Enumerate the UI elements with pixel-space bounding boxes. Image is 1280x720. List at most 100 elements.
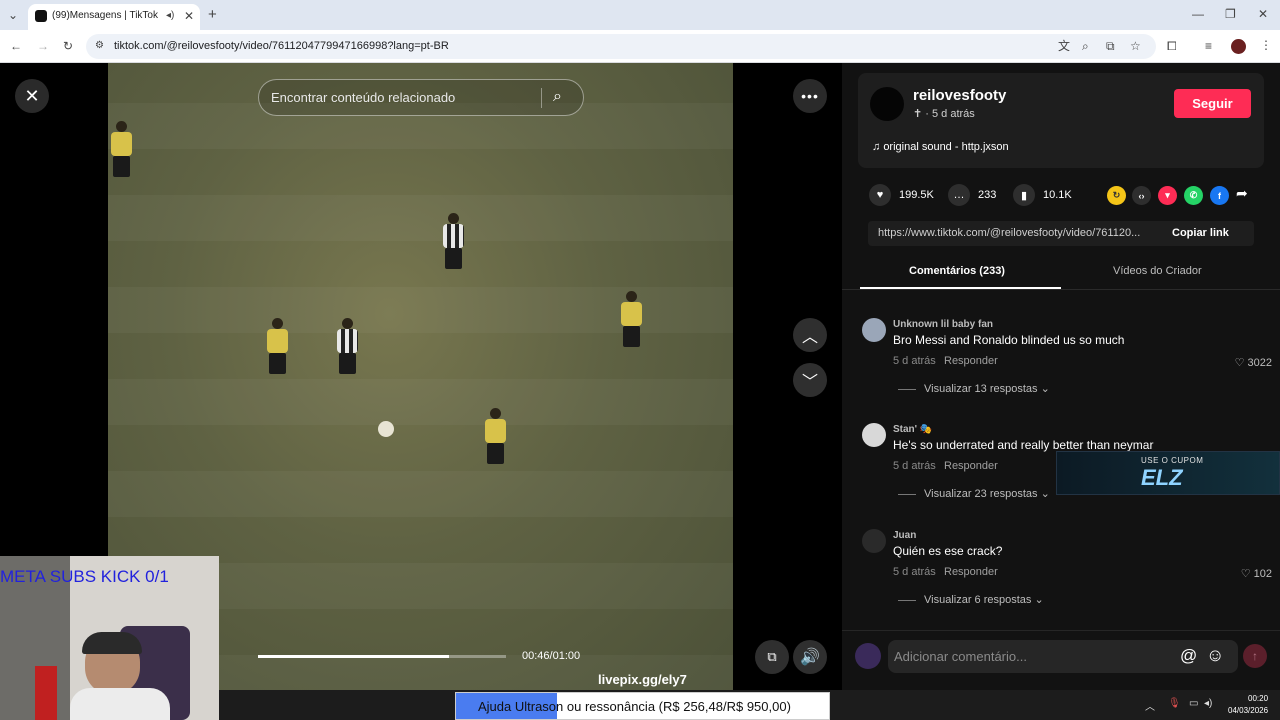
close-video-button[interactable]: ✕: [15, 79, 49, 113]
site-info-icon[interactable]: ⚙: [95, 41, 104, 51]
bookmark-star-icon[interactable]: ☆: [1130, 40, 1141, 52]
menu-icon[interactable]: ⋮: [1260, 39, 1272, 51]
comment-bubble-icon: …: [948, 184, 970, 206]
microphone-arm: [35, 666, 57, 720]
profile-avatar[interactable]: [1231, 39, 1246, 54]
close-tab-icon[interactable]: ✕: [184, 10, 194, 22]
reply-button[interactable]: Responder: [944, 355, 998, 367]
creator-avatar[interactable]: [870, 87, 904, 121]
embed-icon[interactable]: ‹›: [1132, 186, 1151, 205]
current-user-avatar[interactable]: [855, 643, 881, 669]
comment-like-count[interactable]: ♡ 102: [1241, 567, 1272, 580]
new-tab-button[interactable]: +: [208, 7, 217, 22]
share-arrow-icon[interactable]: ➦: [1236, 185, 1248, 202]
creator-username[interactable]: reilovesfooty: [913, 87, 1006, 104]
comment-bar-divider: [842, 630, 1280, 631]
player-figure: [482, 408, 508, 464]
comment-time: 5 d atrás: [893, 355, 936, 367]
bookmark-icon: ▮: [1013, 184, 1035, 206]
player-figure: [334, 318, 360, 374]
media-icon[interactable]: ≡: [1205, 40, 1212, 52]
view-replies-label: Visualizar 13 respostas ⌄: [924, 383, 1050, 395]
comment-avatar[interactable]: [862, 423, 886, 447]
send-to-friends-icon[interactable]: ▾: [1158, 186, 1177, 205]
emoji-icon[interactable]: ☺: [1206, 645, 1224, 666]
translate-icon[interactable]: 文: [1058, 40, 1070, 52]
previous-video-chevron-up-icon[interactable]: ︿: [793, 318, 827, 352]
restore-icon[interactable]: ❐: [1225, 8, 1236, 20]
install-icon[interactable]: ⧉: [1106, 40, 1115, 52]
omnibox[interactable]: ⚙ tiktok.com/@reilovesfooty/video/761120…: [86, 34, 1156, 59]
player-figure: [618, 291, 644, 347]
mention-icon[interactable]: @: [1180, 646, 1197, 666]
system-clock[interactable]: 00:20 04/03/2026: [1228, 693, 1268, 717]
related-search-bar[interactable]: Encontrar conteúdo relacionado ⌕: [258, 79, 584, 116]
browser-tab[interactable]: (99)Mensagens | TikTok ◂) ✕: [28, 4, 200, 30]
video-progress-fill: [258, 655, 449, 658]
volume-tray-icon[interactable]: ◂): [1204, 698, 1212, 709]
video-progress-bar[interactable]: [258, 655, 506, 658]
tab-comments[interactable]: Comentários (233): [909, 265, 1005, 277]
save-stat[interactable]: ▮ 10.1K: [1013, 184, 1072, 206]
comment-username[interactable]: Juan: [893, 530, 916, 541]
comment-stat[interactable]: … 233: [948, 184, 996, 206]
speaker-icon[interactable]: ◂): [166, 11, 174, 21]
show-hidden-icons-icon[interactable]: ︿: [1145, 698, 1155, 713]
next-video-chevron-down-icon[interactable]: ﹀: [793, 363, 827, 397]
view-replies-label: Visualizar 6 respostas ⌄: [924, 594, 1044, 606]
like-count: 199.5K: [899, 189, 934, 201]
back-icon[interactable]: ←: [10, 40, 22, 52]
like-stat[interactable]: ♥ 199.5K: [869, 184, 934, 206]
related-search-placeholder: Encontrar conteúdo relacionado: [271, 90, 456, 105]
comment-username[interactable]: Unknown lil baby fan: [893, 319, 993, 330]
comment-username[interactable]: Stan' 🎭: [893, 424, 932, 435]
view-replies-button[interactable]: Visualizar 23 respostas ⌄: [898, 487, 1050, 500]
browser-tab-bar: ⌄ (99)Mensagens | TikTok ◂) ✕ + — ❐ ✕: [0, 0, 1280, 30]
reply-button[interactable]: Responder: [944, 566, 998, 578]
donation-goal-bar: Ajuda Ultrason ou ressonância (R$ 256,48…: [455, 692, 830, 720]
reply-button[interactable]: Responder: [944, 460, 998, 472]
coupon-code: ELZ: [1141, 465, 1183, 490]
copy-link-button[interactable]: Copiar link: [1172, 227, 1229, 239]
network-icon[interactable]: ▭: [1189, 698, 1198, 709]
search-icon[interactable]: ⌕: [553, 88, 562, 106]
tab-creator-videos[interactable]: Vídeos do Criador: [1113, 265, 1202, 277]
tiktok-favicon-icon: [35, 10, 47, 22]
microphone-icon[interactable]: 🎙: [1168, 698, 1181, 709]
reload-icon[interactable]: ↻: [63, 40, 73, 52]
extensions-icon[interactable]: ⧠: [1167, 40, 1177, 52]
close-window-icon[interactable]: ✕: [1258, 8, 1268, 20]
whatsapp-icon[interactable]: ✆: [1184, 186, 1203, 205]
comment-like-count[interactable]: ♡ 3022: [1235, 356, 1272, 369]
save-count: 10.1K: [1043, 189, 1072, 201]
picture-in-picture-icon[interactable]: ⧉: [755, 640, 789, 674]
video-link-text[interactable]: https://www.tiktok.com/@reilovesfooty/vi…: [878, 227, 1140, 239]
comment-item: Juan Quién es ese crack? 5 d atrás Respo…: [860, 529, 1272, 619]
sound-row[interactable]: ♫ original sound - http.jxson: [872, 141, 1009, 153]
comment-text: He's so underrated and really better tha…: [893, 438, 1154, 452]
search-divider: [541, 88, 542, 108]
details-panel: reilovesfooty ✝ · 5 d atrás Seguir ♫ ori…: [842, 63, 1280, 690]
comment-input[interactable]: Adicionar comentário... @ ☺: [888, 640, 1238, 673]
send-comment-button[interactable]: ↑: [1243, 644, 1267, 668]
comment-time: 5 d atrás: [893, 566, 936, 578]
follow-button[interactable]: Seguir: [1174, 89, 1251, 118]
url-text[interactable]: tiktok.com/@reilovesfooty/video/76112047…: [114, 40, 449, 52]
more-options-icon[interactable]: •••: [793, 79, 827, 113]
facebook-icon[interactable]: f: [1210, 186, 1229, 205]
minimize-icon[interactable]: —: [1192, 8, 1204, 20]
zoom-icon[interactable]: ⌕: [1082, 40, 1089, 52]
comment-avatar[interactable]: [862, 318, 886, 342]
tab-search-icon[interactable]: ⌄: [8, 9, 18, 21]
repost-icon[interactable]: ↻: [1107, 186, 1126, 205]
view-replies-button[interactable]: Visualizar 13 respostas ⌄: [898, 382, 1050, 395]
comment-count: 233: [978, 189, 997, 201]
coupon-banner: USE O CUPOM ELZ: [1056, 451, 1280, 495]
forward-icon[interactable]: →: [37, 40, 49, 52]
comment-avatar[interactable]: [862, 529, 886, 553]
player-figure: [440, 213, 466, 269]
volume-icon[interactable]: 🔊: [793, 640, 827, 674]
streamer-shirt: [70, 688, 170, 720]
tab-divider: [842, 289, 1280, 290]
view-replies-button[interactable]: Visualizar 6 respostas ⌄: [898, 593, 1044, 606]
